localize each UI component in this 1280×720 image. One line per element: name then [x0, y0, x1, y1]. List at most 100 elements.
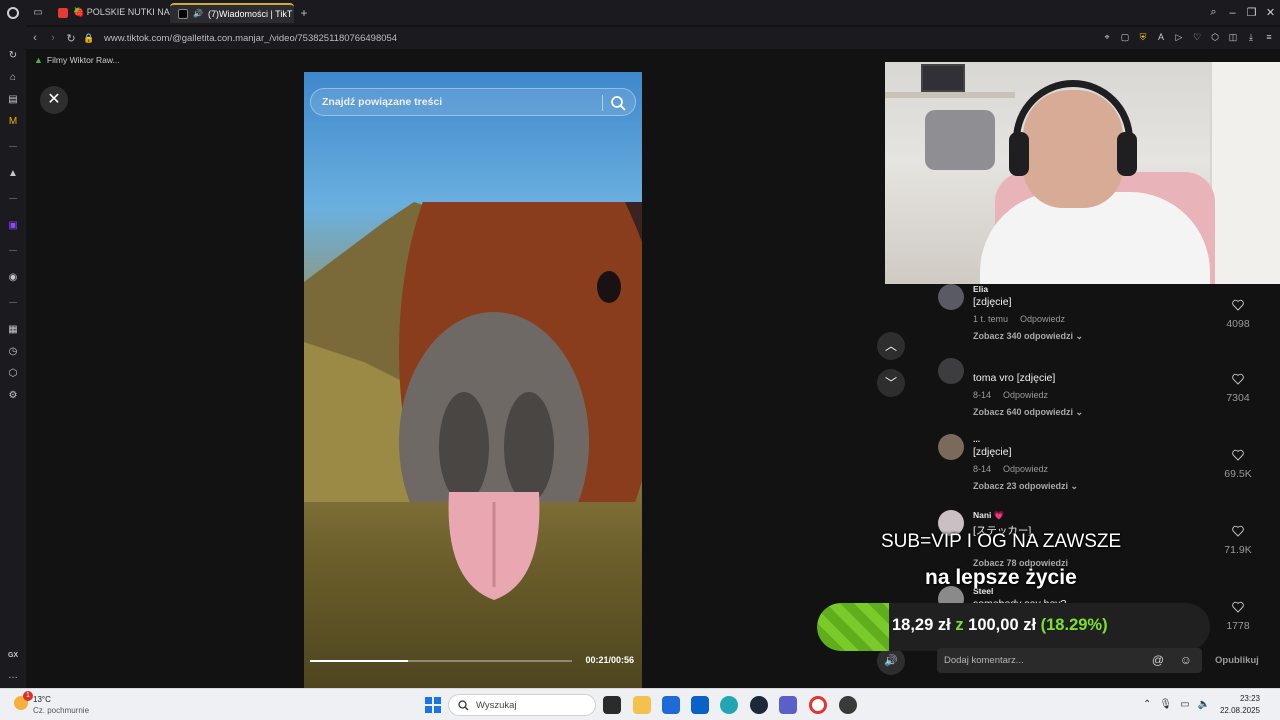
workspace-icon[interactable]: ⌂: [7, 72, 19, 84]
speaker-icon[interactable]: 🔊: [193, 9, 203, 18]
clock-date: 22.08.2025: [1219, 706, 1260, 715]
teams-icon[interactable]: [779, 696, 797, 714]
heart-icon[interactable]: ♡: [1190, 30, 1204, 44]
steam-icon[interactable]: [750, 696, 768, 714]
file-explorer-icon[interactable]: [633, 696, 651, 714]
tab-tiktok-messages[interactable]: 🔊 (7)Wiadomości | TikT: [170, 2, 294, 23]
taskbar-search[interactable]: Wyszukaj: [448, 694, 596, 716]
twitch-icon[interactable]: ▣: [7, 220, 19, 232]
volume-icon[interactable]: 🔈: [1198, 699, 1210, 710]
menu-icon[interactable]: ≡: [1262, 30, 1276, 44]
extensions-icon[interactable]: ⬡: [1208, 30, 1222, 44]
task-view-icon[interactable]: [603, 696, 621, 714]
avatar[interactable]: [938, 434, 964, 460]
store-icon[interactable]: [662, 696, 680, 714]
translate-icon[interactable]: A: [1154, 30, 1168, 44]
video-progress-bar[interactable]: [310, 660, 572, 662]
view-replies-label: Zobacz 640 odpowiedzi: [973, 407, 1074, 417]
comment-input[interactable]: Dodaj komentarz... @ ☺: [937, 648, 1202, 673]
apps-icon[interactable]: ▦: [7, 324, 19, 336]
like-count: 69.5K: [1224, 468, 1252, 480]
donation-goal-fill: [817, 603, 889, 651]
weather-widget[interactable]: 1 13°C Cz. pochmurnie: [12, 691, 112, 717]
extensions-sidebar-icon[interactable]: ⬡: [7, 368, 19, 380]
restore-icon[interactable]: ❐: [1242, 6, 1261, 19]
forward-icon[interactable]: ›: [44, 32, 62, 44]
tab-manager-icon[interactable]: ▭: [26, 3, 50, 23]
view-replies-link[interactable]: Zobacz 340 odpowiedzi ⌄: [973, 331, 1223, 342]
microphone-icon[interactable]: 🎙: [1159, 699, 1172, 710]
like-button[interactable]: 1778: [1218, 600, 1258, 632]
gx-icon[interactable]: GX: [7, 650, 19, 662]
history-icon[interactable]: ◷: [7, 346, 19, 358]
heart-icon: [1232, 299, 1244, 311]
heart-icon: [1232, 373, 1244, 385]
m-icon[interactable]: M: [7, 116, 19, 128]
tab-label: (7)Wiadomości | TikT: [207, 8, 293, 19]
view-replies-link[interactable]: Zobacz 640 odpowiedzi ⌄: [973, 407, 1223, 418]
next-video-button[interactable]: ﹀: [877, 369, 905, 397]
shield-icon[interactable]: ⛨: [1136, 30, 1150, 44]
bookmark-item[interactable]: Filmy Wiktor Raw...: [47, 55, 120, 65]
wallet-icon[interactable]: ◫: [1226, 30, 1240, 44]
url-field[interactable]: www.tiktok.com/@galletita.con.manjar_/vi…: [104, 33, 397, 44]
back-icon[interactable]: ‹: [26, 32, 44, 44]
alpha-icon[interactable]: ▲: [7, 168, 19, 180]
like-count: 1778: [1226, 620, 1250, 632]
minimize-icon[interactable]: –: [1223, 7, 1242, 19]
headphones-icon: [1013, 80, 1133, 150]
search-icon[interactable]: ⌕: [1204, 6, 1223, 19]
settings-icon[interactable]: ⚙: [7, 390, 19, 402]
browser-sidebar: ↻ ⌂ ▤ M ▲ ▣ ◉ ▦ ◷ ⬡ ⚙ GX …: [0, 25, 26, 688]
volume-button[interactable]: 🔊: [877, 647, 905, 675]
search-icon[interactable]: [609, 94, 627, 112]
comment-user[interactable]: Nani 💗: [973, 510, 1223, 521]
more-icon[interactable]: …: [7, 670, 19, 682]
emoji-icon[interactable]: ☺: [1180, 653, 1192, 667]
outlook-icon[interactable]: [691, 696, 709, 714]
aria-icon[interactable]: ↻: [7, 50, 19, 62]
taskbar-clock[interactable]: 23:23 22.08.2025: [1220, 693, 1260, 717]
play-icon[interactable]: ▷: [1172, 30, 1186, 44]
reply-button[interactable]: Odpowiedz: [1003, 464, 1048, 474]
reply-button[interactable]: Odpowiedz: [1020, 314, 1065, 324]
close-video-button[interactable]: ✕: [40, 86, 68, 114]
opera-gx-taskbar-icon[interactable]: [809, 696, 827, 714]
youtube-favicon-icon: [58, 7, 68, 18]
like-button[interactable]: 71.9K: [1218, 524, 1258, 556]
news-icon[interactable]: ▤: [7, 94, 19, 106]
system-tray: ⌃ 🎙 ▭ 🔈: [1143, 699, 1210, 710]
like-count: 71.9K: [1224, 544, 1252, 556]
related-search-input[interactable]: Znajdź powiązane treści: [310, 88, 636, 116]
windows-start-icon[interactable]: [425, 697, 441, 713]
reply-button[interactable]: Odpowiedz: [1003, 390, 1048, 400]
edge-icon[interactable]: [720, 696, 738, 714]
display-icon[interactable]: ▭: [1180, 699, 1189, 710]
snapshot-icon[interactable]: ▢: [1118, 30, 1132, 44]
previous-video-button[interactable]: ︿: [877, 332, 905, 360]
comment-user[interactable]: Elia: [973, 284, 1223, 294]
comment-user[interactable]: ...: [973, 434, 1223, 444]
publish-button[interactable]: Opublikuj: [1215, 655, 1259, 666]
close-window-icon[interactable]: ✕: [1261, 6, 1280, 19]
like-button[interactable]: 69.5K: [1218, 448, 1258, 480]
comment-text: [zdjęcie]: [973, 296, 1012, 308]
opera-logo-icon[interactable]: [0, 0, 26, 25]
avatar[interactable]: [938, 358, 964, 384]
reload-icon[interactable]: ↻: [62, 32, 80, 45]
like-button[interactable]: 7304: [1218, 372, 1258, 404]
app-icon[interactable]: [839, 696, 857, 714]
lock-icon: 🔒: [83, 32, 95, 43]
tab-polskie-nutki[interactable]: 🍓 POLSKIE NUTKI NA: [50, 3, 170, 23]
mention-icon[interactable]: @: [1152, 653, 1164, 667]
download-icon[interactable]: ⤓: [1244, 30, 1258, 44]
pin-icon[interactable]: ⌖: [1100, 30, 1114, 44]
video-player[interactable]: Znajdź powiązane treści 00:21/00:56: [304, 72, 642, 688]
player-icon[interactable]: ◉: [7, 272, 19, 284]
chevron-up-icon[interactable]: ⌃: [1143, 699, 1151, 710]
like-button[interactable]: 4098: [1218, 298, 1258, 330]
new-tab-button[interactable]: +: [294, 6, 314, 20]
avatar[interactable]: [938, 284, 964, 310]
video-timecode: 00:21/00:56: [585, 655, 634, 665]
view-replies-link[interactable]: Zobacz 23 odpowiedzi ⌄: [973, 481, 1223, 492]
